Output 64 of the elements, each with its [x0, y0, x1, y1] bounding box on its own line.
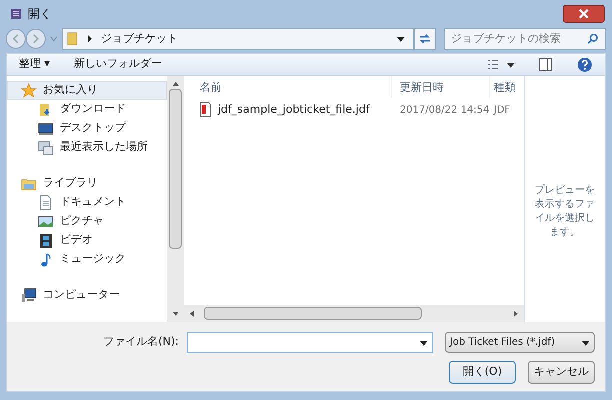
sidebar-item[interactable]: ダウンロード	[7, 100, 167, 119]
computer-icon	[21, 288, 37, 304]
sidebar-item[interactable]: ライブラリ	[7, 174, 167, 193]
modified-date: 2017/08/22 14:54	[399, 104, 490, 118]
sidebar-item[interactable]: お気に入り	[7, 81, 167, 100]
chevron-right-icon	[87, 35, 93, 43]
dropdown-caret-icon	[397, 35, 405, 43]
app-icon	[10, 8, 22, 20]
horizontal-scrollbar[interactable]	[184, 305, 524, 322]
address-bar[interactable]: ジョブチケット	[62, 28, 414, 50]
up-arrow-icon	[172, 80, 180, 88]
back-button[interactable]	[6, 29, 26, 49]
window-title: 開く	[28, 6, 52, 23]
scrollbar-thumb[interactable]	[169, 89, 182, 249]
file-type-dropdown[interactable]: Job Ticket Files (*.jdf)	[445, 332, 595, 353]
search-field[interactable]: ジョブチケットの検索	[444, 28, 606, 50]
column-header[interactable]: 種類	[490, 76, 524, 98]
sidebar-item[interactable]: 最近表示した場所	[7, 138, 167, 157]
file-type: JDF	[492, 104, 510, 118]
filename-field[interactable]	[187, 332, 433, 353]
picture-icon	[38, 214, 54, 230]
dropdown-caret-icon	[582, 338, 590, 346]
file-row[interactable]: jdf_sample_jobticket_file.jdf 2017/08/22 14:54 JDF	[184, 100, 524, 120]
preview-message: プレビューを表示するファイルを選択します。	[534, 184, 596, 240]
cancel-button[interactable]: キャンセル	[528, 361, 595, 384]
file-icon	[200, 102, 212, 118]
refresh-button[interactable]	[414, 28, 436, 50]
sidebar-item[interactable]: デスクトップ	[7, 119, 167, 138]
file-name: jdf_sample_jobticket_file.jdf	[218, 102, 370, 118]
close-button[interactable]	[563, 5, 605, 23]
sidebar-item[interactable]: ビデオ	[7, 231, 167, 250]
dropdown-caret-icon	[420, 338, 428, 346]
left-arrow-icon	[188, 310, 196, 318]
caret-icon	[50, 35, 58, 43]
folder-icon	[67, 31, 79, 47]
organize-menu[interactable]: 整理 ▾	[19, 56, 50, 73]
sidebar-item[interactable]: コンピューター	[7, 286, 167, 305]
help-icon[interactable]	[577, 56, 593, 72]
filename-label: ファイル名(N):	[103, 334, 179, 350]
column-header[interactable]: 更新日時	[392, 76, 490, 98]
down-arrow-icon	[172, 310, 180, 318]
open-button[interactable]: 開く(O)	[449, 361, 516, 384]
right-arrow-icon	[512, 310, 520, 318]
sidebar-item[interactable]: ミュージック	[7, 250, 167, 269]
view-options-button[interactable]	[487, 58, 515, 70]
pane-icon	[539, 58, 553, 72]
list-view-icon	[487, 58, 499, 70]
sidebar-item[interactable]: ピクチャ	[7, 212, 167, 231]
scrollbar-thumb[interactable]	[204, 307, 422, 320]
star-icon	[21, 82, 37, 98]
new-folder-button[interactable]: 新しいフォルダー	[74, 56, 162, 73]
film-icon	[38, 232, 54, 248]
monitor-icon	[38, 120, 54, 136]
sidebar-item[interactable]: ドキュメント	[7, 193, 167, 212]
refresh-arrows-icon	[418, 32, 432, 46]
vertical-scrollbar[interactable]	[167, 76, 184, 322]
preview-pane-button[interactable]	[539, 58, 553, 72]
search-icon	[587, 33, 599, 45]
close-icon	[578, 8, 590, 20]
column-header[interactable]: 名前	[184, 76, 392, 98]
document-icon	[38, 194, 54, 210]
address-path: ジョブチケット	[101, 30, 179, 47]
forward-button[interactable]	[26, 29, 46, 49]
caret-icon	[507, 60, 515, 68]
